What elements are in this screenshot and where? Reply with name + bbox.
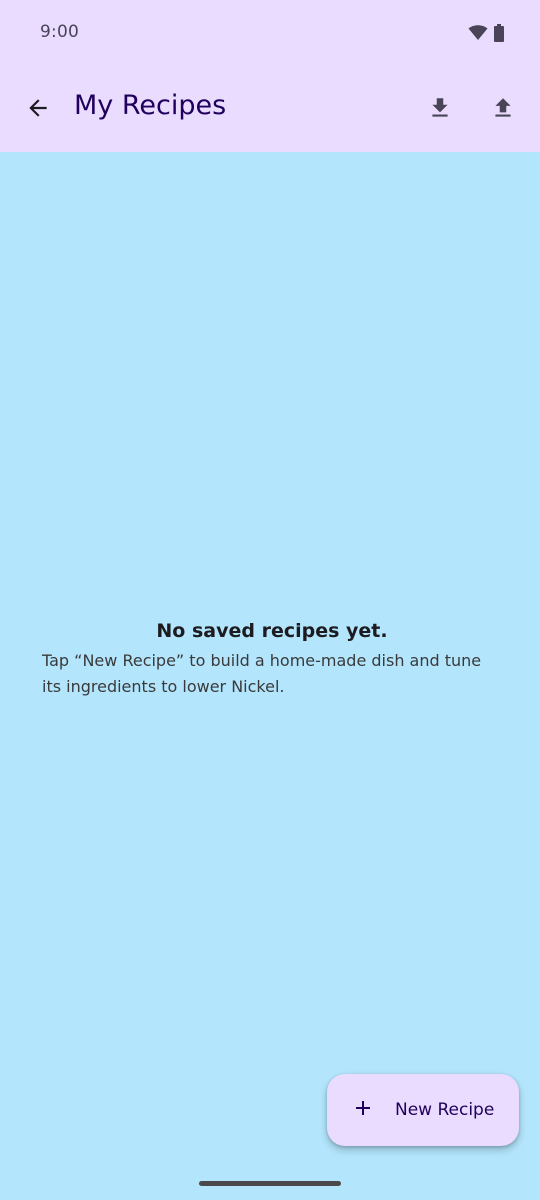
upload-icon (490, 95, 516, 125)
new-recipe-button[interactable]: New Recipe (327, 1074, 519, 1146)
empty-state-title: No saved recipes yet. (156, 620, 388, 642)
arrow-back-icon (25, 95, 51, 125)
download-button[interactable] (416, 86, 464, 134)
download-icon (427, 95, 453, 125)
wifi-icon (468, 25, 488, 45)
status-icons (468, 24, 504, 46)
page-title: My Recipes (74, 90, 227, 121)
status-bar: 9:00 (0, 0, 540, 68)
plus-icon (351, 1096, 375, 1124)
empty-state-message: Tap “New Recipe” to build a home-made di… (42, 651, 482, 696)
status-time: 9:00 (40, 22, 79, 42)
empty-state: No saved recipes yet. Tap “New Recipe” t… (42, 620, 502, 700)
gesture-navigation-handle[interactable] (199, 1181, 341, 1186)
back-button[interactable] (14, 86, 62, 134)
new-recipe-label: New Recipe (395, 1100, 495, 1120)
upload-button[interactable] (479, 86, 527, 134)
top-app-bar: My Recipes (0, 68, 540, 152)
battery-icon (494, 24, 504, 46)
